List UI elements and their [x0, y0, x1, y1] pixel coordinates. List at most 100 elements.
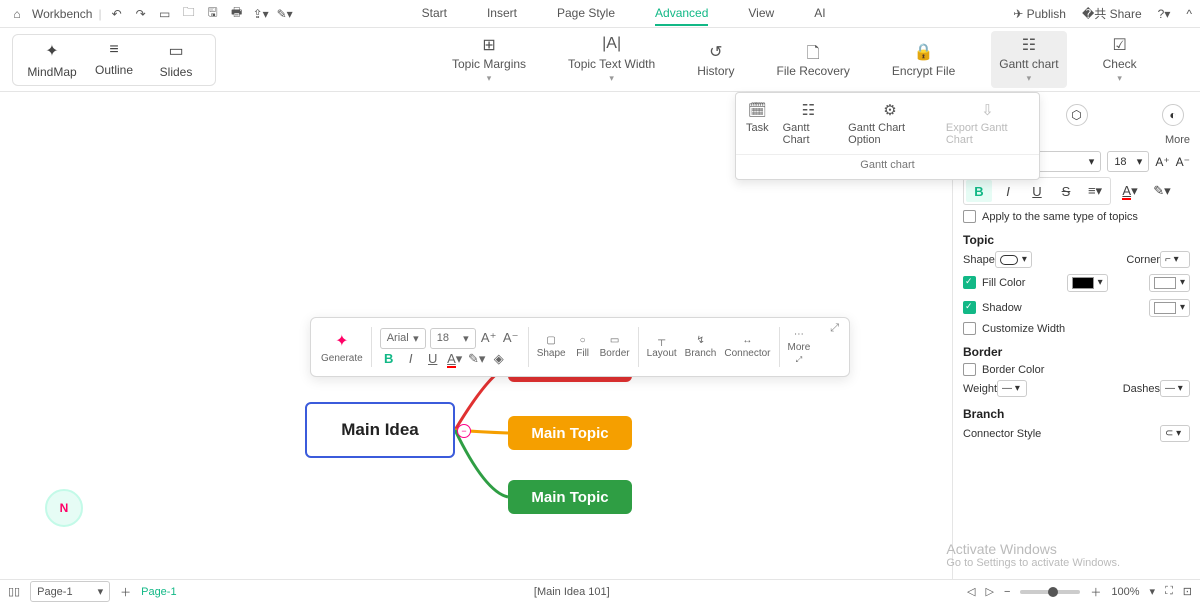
status-next-icon[interactable]: ▷	[986, 585, 994, 598]
font-color-icon[interactable]: A▾	[446, 351, 464, 367]
sp-font-color-button[interactable]: A▾	[1117, 180, 1143, 202]
ribbon-topic-margins[interactable]: ⊞Topic Margins▾	[446, 35, 532, 84]
grow-font-button[interactable]: A⁺	[1155, 155, 1169, 169]
shape-dropdown[interactable]: ▾	[995, 251, 1032, 268]
ft-border[interactable]: ▭Border	[600, 335, 630, 359]
dashes-dropdown[interactable]: — ▾	[1160, 380, 1190, 397]
view-mindmap[interactable]: ✦MindMap	[23, 41, 81, 79]
zoom-slider[interactable]	[1020, 590, 1080, 594]
ft-shape[interactable]: ▢Shape	[537, 335, 566, 359]
grow-font-icon[interactable]: A⁺	[480, 330, 498, 346]
ribbon-gantt-chart[interactable]: ☷Gantt chart▾	[991, 31, 1066, 88]
apply-label: Apply to the same type of topics	[982, 211, 1138, 223]
tab-insert[interactable]: Insert	[487, 6, 517, 21]
undo-icon[interactable]: ↶	[108, 5, 126, 23]
corner-dropdown[interactable]: ⌐ ▾	[1160, 251, 1190, 268]
view-slides[interactable]: ▭Slides	[147, 41, 205, 79]
highlight-icon[interactable]: ✎▾	[468, 351, 486, 367]
sp-highlight-button[interactable]: ✎▾	[1149, 180, 1175, 202]
ribbon-file-recovery[interactable]: 🗋File Recovery	[771, 42, 856, 78]
tab-page-style[interactable]: Page Style	[557, 6, 615, 21]
status-fullscreen-icon[interactable]: ⛶	[1165, 585, 1173, 598]
cb-shadow[interactable]	[963, 301, 976, 314]
open-folder-icon[interactable]: 🗀	[180, 5, 198, 23]
section-topic: Topic	[963, 233, 1190, 247]
sp-underline-button[interactable]: U	[1024, 180, 1050, 202]
help-icon[interactable]: ?▾	[1158, 7, 1171, 21]
ft-layout[interactable]: ┬Layout	[647, 335, 677, 359]
status-page-dropdown[interactable]: Page-1▾	[30, 581, 110, 602]
gantt-option-icon: ⚙	[883, 101, 896, 119]
sp-italic-button[interactable]: I	[995, 180, 1021, 202]
fill-color-swatch[interactable]: ▾	[1067, 274, 1108, 292]
status-pages-icon[interactable]: ▯▯	[8, 585, 20, 598]
ft-font-size[interactable]: 18▾	[430, 328, 476, 349]
tab-advanced[interactable]: Advanced	[655, 6, 708, 26]
ribbon-check[interactable]: ☑Check▾	[1097, 35, 1143, 84]
tab-start[interactable]: Start	[422, 6, 447, 21]
gantt-chart-option[interactable]: ⚙Gantt Chart Option	[848, 101, 932, 146]
publish-button[interactable]: ✈ Publish	[1013, 7, 1066, 21]
ft-font-family[interactable]: Arial▾	[380, 328, 426, 349]
ft-fill[interactable]: ○Fill	[574, 335, 592, 359]
ft-more[interactable]: ⋯More⤢	[788, 329, 811, 365]
status-add-page-icon[interactable]: ＋	[120, 584, 131, 600]
underline-icon[interactable]: U	[424, 351, 442, 366]
sp-strike-button[interactable]: S	[1053, 180, 1079, 202]
export-icon[interactable]: ⇪▾	[252, 5, 270, 23]
ribbon-encrypt-file[interactable]: 🔒Encrypt File	[886, 42, 961, 78]
cb-apply-same[interactable]	[963, 210, 976, 223]
edit-icon[interactable]: ✎▾	[276, 5, 294, 23]
clear-format-icon[interactable]: ◈	[490, 351, 508, 367]
top-bar-right: ✈ Publish �共 Share ?▾ ^	[1013, 5, 1192, 22]
sp-bold-button[interactable]: B	[966, 180, 992, 202]
status-fit-icon[interactable]: ⊡	[1183, 585, 1192, 598]
ribbon-history[interactable]: ↺History	[691, 42, 740, 78]
status-prev-icon[interactable]: ◁	[967, 585, 975, 598]
view-outline[interactable]: ≡Outline	[85, 41, 143, 79]
status-zoom-in-icon[interactable]: ＋	[1090, 584, 1101, 600]
connector-style-dropdown[interactable]: ⊂ ▾	[1160, 425, 1190, 442]
ft-close-icon[interactable]: ⤢	[830, 322, 839, 335]
shrink-font-button[interactable]: A⁻	[1176, 155, 1190, 169]
redo-icon[interactable]: ↷	[132, 5, 150, 23]
sp-tab-style-icon[interactable]: ⬡	[1066, 104, 1088, 126]
save-icon[interactable]: 🖫	[204, 5, 222, 23]
tab-ai[interactable]: AI	[814, 6, 825, 21]
status-zoom-value[interactable]: 100%	[1111, 586, 1139, 598]
cb-fill-color[interactable]	[963, 276, 976, 289]
cb-border-color[interactable]	[963, 363, 976, 376]
italic-icon[interactable]: I	[402, 351, 420, 366]
sp-align-button[interactable]: ≡▾	[1082, 180, 1108, 202]
print-icon[interactable]: 🖶	[228, 5, 246, 23]
gantt-dropdown-caption: Gantt chart	[736, 154, 1039, 179]
node-main-idea[interactable]: Main Idea	[305, 402, 455, 458]
workbench-label[interactable]: Workbench	[32, 7, 92, 21]
gantt-dropdown: 🗓Task ☷Gantt Chart ⚙Gantt Chart Option ⇩…	[735, 92, 1040, 180]
ft-generate[interactable]: ✦ Generate	[321, 331, 363, 364]
node-topic-3[interactable]: Main Topic	[508, 480, 632, 514]
sp-tab-theme-icon[interactable]: ◐	[1162, 104, 1184, 126]
shrink-font-icon[interactable]: A⁻	[502, 330, 520, 346]
sp-font-size[interactable]: 18▾	[1107, 151, 1149, 172]
weight-dropdown[interactable]: — ▾	[997, 380, 1027, 397]
status-page-tab[interactable]: Page-1	[141, 586, 176, 598]
ft-branch[interactable]: ↯Branch	[685, 335, 717, 359]
share-button[interactable]: �共 Share	[1082, 5, 1142, 22]
tab-view[interactable]: View	[748, 6, 774, 21]
ai-fab[interactable]: N	[45, 489, 83, 527]
gantt-chart-item[interactable]: ☷Gantt Chart	[783, 101, 835, 146]
fill-color-secondary[interactable]: ▾	[1149, 274, 1190, 292]
status-zoom-out-icon[interactable]: −	[1004, 586, 1010, 598]
home-icon[interactable]: ⌂	[8, 5, 26, 23]
cb-customize-width[interactable]	[963, 322, 976, 335]
ribbon-topic-text-width[interactable]: |A|Topic Text Width▾	[562, 35, 661, 84]
collapse-handle[interactable]: −	[457, 424, 471, 438]
collapse-ribbon-icon[interactable]: ^	[1186, 7, 1192, 21]
new-file-icon[interactable]: ▭	[156, 5, 174, 23]
bold-icon[interactable]: B	[380, 351, 398, 366]
gantt-task[interactable]: 🗓Task	[746, 101, 769, 146]
shadow-dropdown[interactable]: ▾	[1149, 299, 1190, 317]
node-topic-2[interactable]: Main Topic	[508, 416, 632, 450]
ft-connector[interactable]: ↔Connector	[724, 335, 770, 359]
